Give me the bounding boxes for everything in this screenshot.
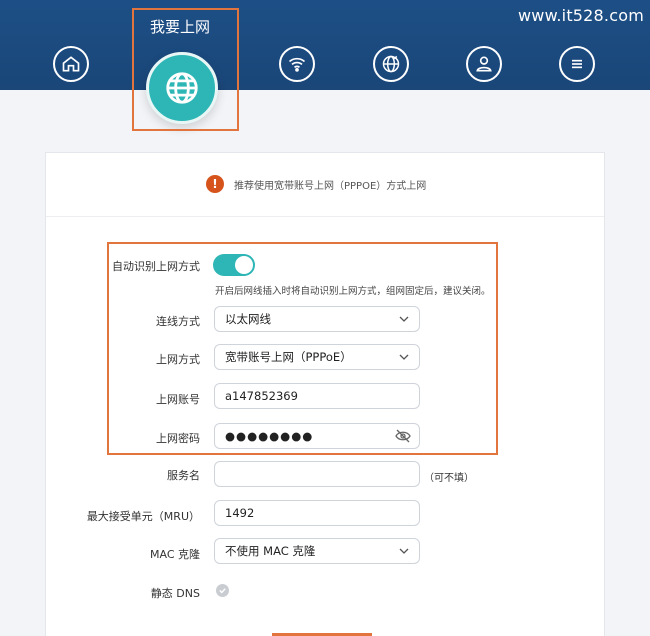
top-navigation-bar: www.it528.com 我要上网 — [0, 0, 650, 131]
auto-detect-toggle[interactable] — [213, 254, 255, 276]
nav-user[interactable] — [466, 46, 502, 82]
notice-text: 推荐使用宽带账号上网（PPPOE）方式上网 — [234, 181, 427, 192]
user-icon — [476, 56, 492, 72]
auto-detect-label: 自动识别上网方式 — [112, 260, 200, 273]
nav-wifi[interactable] — [279, 46, 315, 82]
connection-type-select[interactable]: 以太网线 — [214, 306, 420, 332]
account-input[interactable]: a147852369 — [214, 383, 420, 409]
chevron-down-icon — [399, 316, 409, 322]
toggle-knob — [235, 256, 253, 274]
mru-label: 最大接受单元（MRU） — [86, 510, 200, 523]
account-value: a147852369 — [225, 389, 298, 403]
mru-input[interactable]: 1492 — [214, 500, 420, 526]
password-value: ●●●●●●●● — [225, 429, 314, 443]
service-name-input[interactable] — [214, 461, 420, 487]
nav-devices[interactable] — [373, 46, 409, 82]
internet-mode-label: 上网方式 — [156, 353, 200, 366]
eye-off-icon[interactable] — [395, 429, 411, 443]
warning-icon: ! — [206, 175, 224, 193]
mac-clone-select[interactable]: 不使用 MAC 克隆 — [214, 538, 420, 564]
wifi-icon — [288, 57, 306, 72]
notice-row: ! 推荐使用宽带账号上网（PPPOE）方式上网 — [46, 153, 604, 217]
annotation-highlight-tab — [132, 8, 239, 131]
password-label: 上网密码 — [156, 432, 200, 445]
mac-clone-label: MAC 克隆 — [150, 548, 200, 561]
home-icon — [62, 56, 80, 72]
service-name-suffix: （可不填） — [424, 473, 474, 484]
account-label: 上网账号 — [156, 393, 200, 406]
mac-clone-value: 不使用 MAC 克隆 — [225, 544, 316, 558]
static-dns-label: 静态 DNS — [150, 587, 200, 600]
internet-mode-value: 宽带账号上网（PPPoE） — [225, 350, 352, 364]
nav-home[interactable] — [53, 46, 89, 82]
static-dns-checkbox[interactable] — [216, 584, 229, 597]
devices-icon — [382, 55, 400, 73]
service-name-label: 服务名 — [167, 469, 200, 482]
chevron-down-icon — [399, 354, 409, 360]
nav-menu[interactable] — [559, 46, 595, 82]
chevron-down-icon — [399, 548, 409, 554]
watermark: www.it528.com — [518, 6, 644, 25]
mru-value: 1492 — [225, 506, 255, 520]
auto-detect-hint: 开启后网线插入时将自动识别上网方式，组网固定后，建议关闭。 — [215, 286, 491, 297]
check-icon — [219, 588, 226, 594]
connection-type-value: 以太网线 — [225, 312, 271, 326]
password-input[interactable]: ●●●●●●●● — [214, 423, 420, 449]
internet-mode-select[interactable]: 宽带账号上网（PPPoE） — [214, 344, 420, 370]
menu-icon — [572, 59, 582, 69]
connection-type-label: 连线方式 — [156, 315, 200, 328]
